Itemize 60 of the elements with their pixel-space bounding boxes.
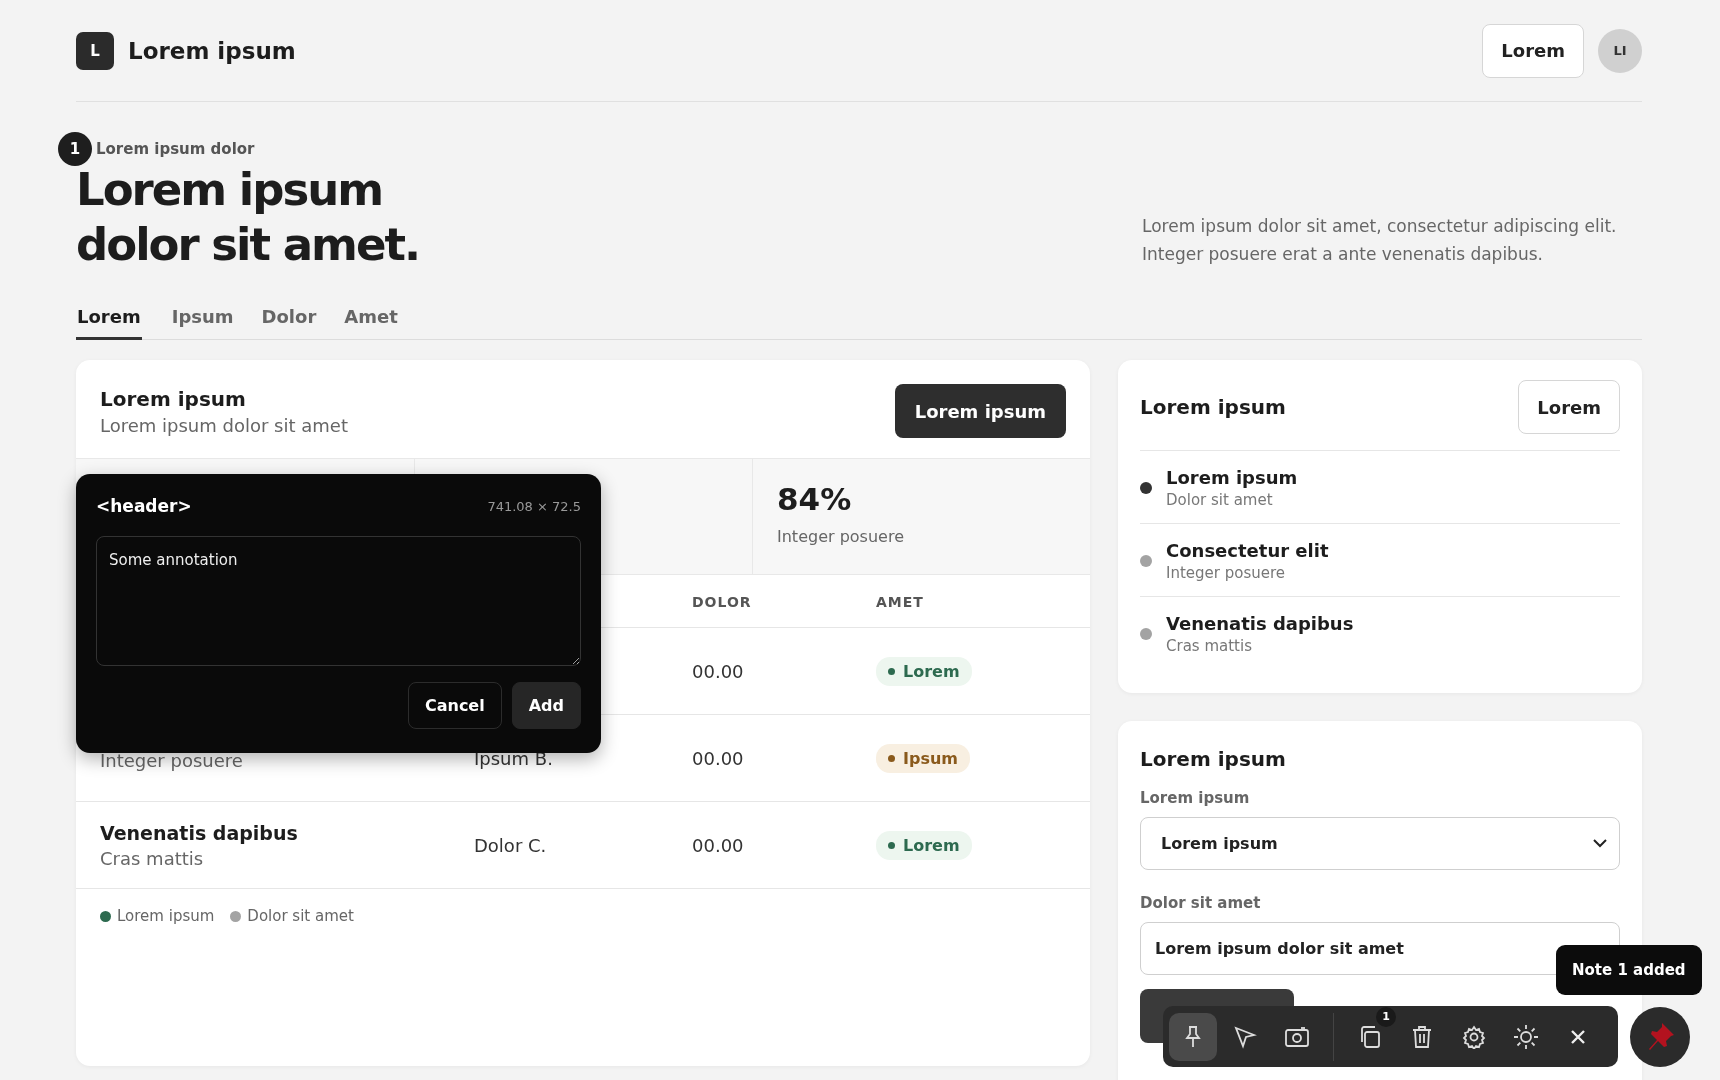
camera-icon: [1284, 1025, 1310, 1048]
table-cell: 00.00: [692, 660, 744, 682]
trash-icon: [1411, 1024, 1433, 1049]
stat-label: Integer posuere: [777, 527, 905, 546]
card-subtitle: Lorem ipsum dolor sit amet: [100, 414, 348, 436]
close-icon: [1570, 1028, 1586, 1045]
sun-icon: [1513, 1023, 1539, 1050]
cursor-icon: [1233, 1024, 1257, 1049]
card-button[interactable]: Lorem: [1518, 380, 1620, 434]
pin-icon: [1182, 1024, 1204, 1049]
status-badge: Ipsum: [876, 743, 970, 773]
pin-button[interactable]: [1169, 1012, 1217, 1061]
tab[interactable]: Dolor: [249, 300, 329, 340]
list-item-title: Lorem ipsum: [1166, 467, 1298, 488]
row-subtitle: Integer posuere: [100, 749, 244, 771]
pushpin-button[interactable]: [1630, 1007, 1690, 1067]
chevron-down-icon: [1593, 839, 1607, 848]
stat-value: 84%: [777, 481, 853, 517]
count-badge: 1: [1376, 1006, 1396, 1027]
list-item-subtitle: Integer posuere: [1166, 564, 1287, 582]
tab[interactable]: Lorem: [76, 300, 142, 340]
copy-icon: [1358, 1024, 1382, 1049]
eyebrow-text: Lorem ipsum dolor: [96, 140, 255, 158]
table-cell: Dolor C.: [474, 834, 547, 856]
header-button[interactable]: Lorem: [1482, 23, 1584, 78]
card-title: Lorem ipsum: [1140, 395, 1286, 419]
column-header: AMET: [876, 593, 924, 610]
tab[interactable]: Amet: [332, 300, 410, 340]
column-header: DOLOR: [692, 593, 752, 610]
cancel-button[interactable]: Cancel: [407, 682, 502, 729]
annotation-field[interactable]: Some annotation: [96, 536, 581, 666]
element-tag: <header>: [96, 496, 192, 516]
status-badge: Lorem: [876, 656, 972, 686]
card-title: Lorem ipsum: [1140, 747, 1287, 771]
primary-button[interactable]: Lorem ipsum: [894, 384, 1066, 438]
row-title: Venenatis dapibus: [100, 821, 299, 844]
list-item-title: Venenatis dapibus: [1166, 613, 1354, 634]
legend-label: Lorem ipsum: [117, 907, 215, 925]
card-title: Lorem ipsum: [100, 386, 247, 411]
toast-message: Note 1 added: [1556, 945, 1702, 995]
status-badge: Lorem: [876, 830, 972, 860]
table-cell: 00.00: [692, 747, 744, 769]
avatar[interactable]: LI: [1598, 28, 1642, 73]
add-button[interactable]: Add: [511, 682, 581, 729]
list-item-subtitle: Cras mattis: [1166, 637, 1253, 655]
field-label: Dolor sit amet: [1140, 894, 1262, 912]
legend-label: Dolor sit amet: [247, 907, 354, 925]
list-item-subtitle: Dolor sit amet: [1166, 491, 1274, 509]
table-cell: 00.00: [692, 834, 744, 856]
element-size: 741.08 × 72.5: [487, 498, 581, 514]
annotation-marker[interactable]: 1: [58, 132, 92, 166]
field-label: Lorem ipsum: [1140, 789, 1251, 807]
row-subtitle: Cras mattis: [100, 847, 205, 869]
logo-icon: L: [76, 31, 114, 70]
brand-name: Lorem ipsum: [128, 37, 296, 64]
settings-icon: [1462, 1024, 1486, 1049]
list-item-title: Consectetur elit: [1166, 540, 1329, 561]
hero-description: Lorem ipsum dolor sit amet, consectetur adipiscing elit. Integer posuere erat a ante venenatis dapibus.: [1142, 215, 1618, 266]
select-field[interactable]: Lorem ipsum: [1140, 817, 1620, 870]
tab[interactable]: Ipsum: [159, 300, 246, 340]
